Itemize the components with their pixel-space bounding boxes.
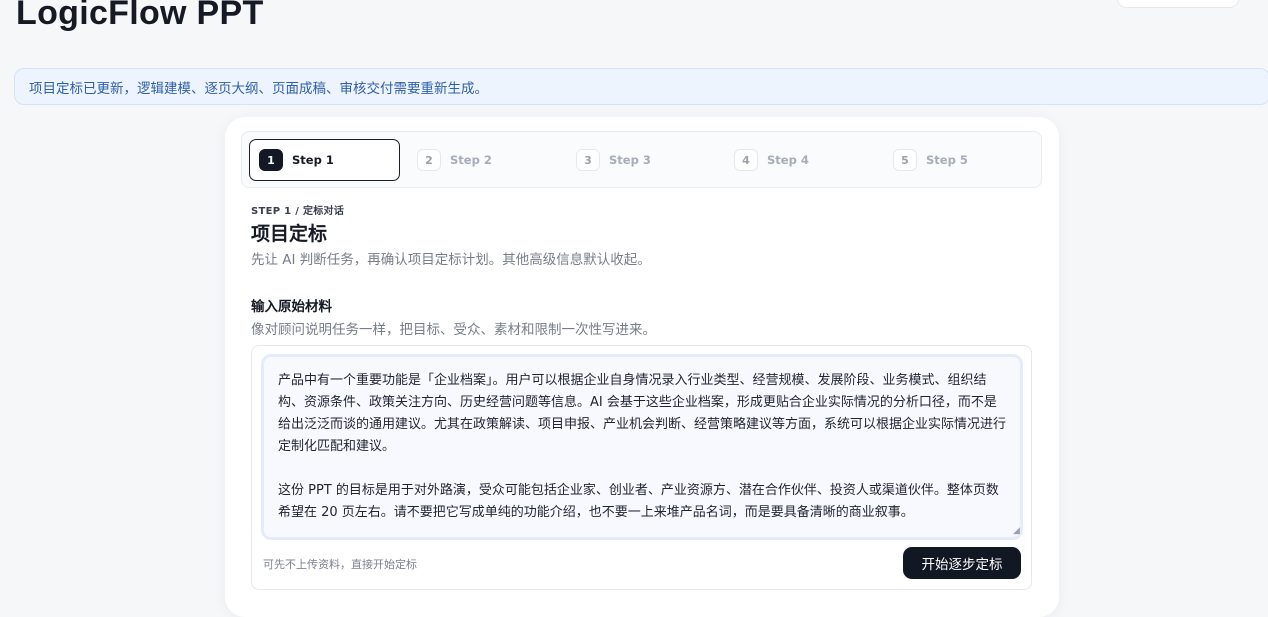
raw-material-panel: 产品中有一个重要功能是「企业档案」。用户可以根据企业自身情况录入行业类型、经营规… (251, 345, 1032, 590)
header-action-button[interactable] (1116, 0, 1240, 8)
app-title: LogicFlow PPT (16, 0, 264, 32)
step-3[interactable]: 3 Step 3 (567, 139, 718, 181)
step-number: 4 (734, 149, 758, 171)
section-title: 项目定标 (251, 223, 328, 245)
step-label: Step 2 (450, 153, 492, 167)
step-label: Step 5 (926, 153, 968, 167)
raw-material-textarea[interactable]: 产品中有一个重要功能是「企业档案」。用户可以根据企业自身情况录入行业类型、经营规… (261, 354, 1023, 540)
update-notice-banner: 项目定标已更新，逻辑建模、逐页大纲、页面成稿、审核交付需要重新生成。 (14, 68, 1268, 105)
update-notice-text: 项目定标已更新，逻辑建模、逐页大纲、页面成稿、审核交付需要重新生成。 (29, 80, 488, 97)
step-number: 5 (893, 149, 917, 171)
project-definition-card: 1 Step 1 2 Step 2 3 Step 3 4 Step 4 5 St… (225, 117, 1059, 617)
resize-handle-icon[interactable]: ◢ (1013, 527, 1021, 536)
upload-hint: 可先不上传资料，直接开始定标 (263, 558, 417, 571)
step-number: 1 (259, 149, 283, 171)
step-number: 2 (417, 149, 441, 171)
step-4[interactable]: 4 Step 4 (725, 139, 876, 181)
raw-material-label: 输入原始材料 (251, 299, 332, 315)
step-label: Step 3 (609, 153, 651, 167)
step-label: Step 1 (292, 153, 334, 167)
step-number: 3 (576, 149, 600, 171)
step-2[interactable]: 2 Step 2 (408, 139, 559, 181)
step-1[interactable]: 1 Step 1 (249, 139, 400, 181)
stepper: 1 Step 1 2 Step 2 3 Step 3 4 Step 4 5 St… (241, 131, 1042, 188)
raw-material-description: 像对顾问说明任务一样，把目标、受众、素材和限制一次性写进来。 (251, 322, 656, 338)
step-label: Step 4 (767, 153, 809, 167)
start-definition-button[interactable]: 开始逐步定标 (903, 547, 1021, 579)
step-eyebrow: STEP 1 / 定标对话 (251, 206, 345, 217)
step-5[interactable]: 5 Step 5 (884, 139, 1035, 181)
section-description: 先让 AI 判断任务，再确认项目定标计划。其他高级信息默认收起。 (251, 252, 651, 268)
